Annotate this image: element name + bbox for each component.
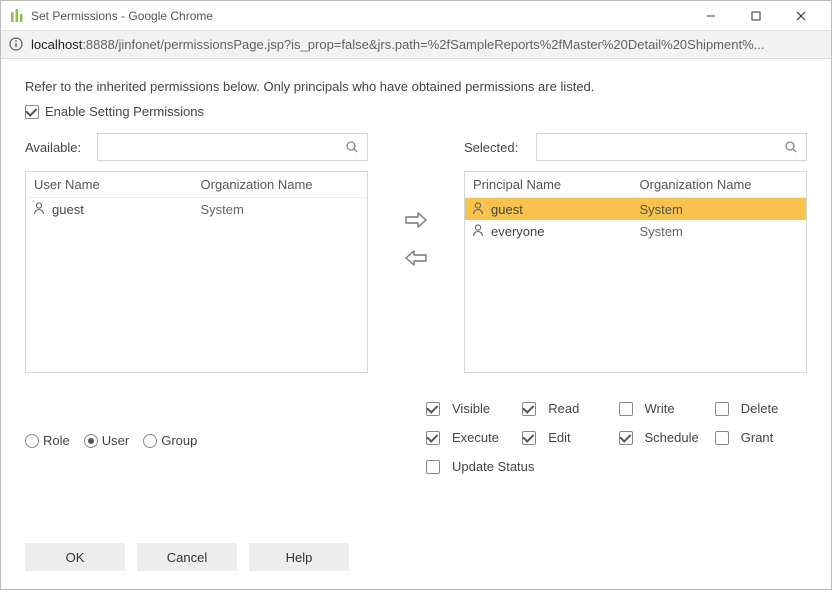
checkbox-icon[interactable]	[715, 402, 729, 416]
principal-name: guest	[491, 202, 523, 217]
move-left-button[interactable]	[404, 249, 428, 267]
checkbox-icon[interactable]	[522, 402, 536, 416]
available-label: Available:	[25, 140, 91, 155]
app-window: Set Permissions - Google Chrome localhos…	[0, 0, 832, 590]
window-title: Set Permissions - Google Chrome	[31, 9, 213, 23]
permissions-group: Visible Read Write Delete Execute Edit Schedul…	[426, 401, 807, 474]
address-bar: localhost:8888/jinfonet/permissionsPage.…	[1, 31, 831, 59]
selected-list-header: Principal Name Organization Name	[465, 172, 806, 198]
checkbox-icon[interactable]	[522, 431, 536, 445]
available-row[interactable]: guest System	[26, 198, 367, 220]
perm-write[interactable]: Write	[619, 401, 711, 416]
enable-permissions-label: Enable Setting Permissions	[45, 104, 204, 119]
move-right-button[interactable]	[404, 211, 428, 229]
principal-type-role[interactable]: Role	[25, 433, 70, 448]
user-icon	[471, 223, 487, 239]
principal-name: everyone	[491, 224, 544, 239]
selected-label: Selected:	[464, 140, 530, 155]
principal-type-group: Role User Group	[25, 433, 406, 448]
available-search-input[interactable]	[106, 139, 345, 156]
available-search-box[interactable]	[97, 133, 368, 161]
radio-icon[interactable]	[84, 434, 98, 448]
search-icon	[784, 140, 798, 154]
minimize-button[interactable]	[688, 1, 733, 31]
checkbox-icon[interactable]	[426, 431, 440, 445]
search-icon	[345, 140, 359, 154]
info-icon	[9, 37, 25, 53]
url-text[interactable]: localhost:8888/jinfonet/permissionsPage.…	[31, 37, 823, 52]
org-name: System	[636, 202, 807, 217]
checkbox-icon[interactable]	[619, 431, 633, 445]
perm-read[interactable]: Read	[522, 401, 614, 416]
available-panel: Available: User Name Organization Name g…	[25, 133, 368, 373]
principal-type-user[interactable]: User	[84, 433, 129, 448]
selected-list: Principal Name Organization Name guest Sy…	[464, 171, 807, 373]
perm-execute[interactable]: Execute	[426, 430, 518, 445]
intro-text: Refer to the inherited permissions below…	[25, 79, 807, 94]
close-button[interactable]	[778, 1, 823, 31]
cancel-button[interactable]: Cancel	[137, 543, 237, 571]
enable-permissions-row[interactable]: Enable Setting Permissions	[25, 104, 807, 119]
radio-icon[interactable]	[143, 434, 157, 448]
ok-button[interactable]: OK	[25, 543, 125, 571]
radio-icon[interactable]	[25, 434, 39, 448]
available-list: User Name Organization Name guest System	[25, 171, 368, 373]
perm-visible[interactable]: Visible	[426, 401, 518, 416]
perm-grant[interactable]: Grant	[715, 430, 807, 445]
checkbox-icon[interactable]	[426, 402, 440, 416]
action-bar: OK Cancel Help	[25, 525, 807, 571]
perm-delete[interactable]: Delete	[715, 401, 807, 416]
selected-search-input[interactable]	[545, 139, 784, 156]
principal-type-group[interactable]: Group	[143, 433, 197, 448]
help-button[interactable]: Help	[249, 543, 349, 571]
org-name: System	[197, 202, 368, 217]
principal-name: guest	[52, 202, 84, 217]
update-status-checkbox[interactable]	[426, 460, 440, 474]
perm-edit[interactable]: Edit	[522, 430, 614, 445]
update-status-label: Update Status	[452, 459, 534, 474]
maximize-button[interactable]	[733, 1, 778, 31]
org-name: System	[636, 224, 807, 239]
checkbox-icon[interactable]	[619, 402, 633, 416]
checkbox-icon[interactable]	[715, 431, 729, 445]
mover-buttons	[388, 211, 444, 267]
content-area: Refer to the inherited permissions below…	[1, 59, 831, 589]
titlebar: Set Permissions - Google Chrome	[1, 1, 831, 31]
user-icon	[32, 201, 48, 217]
user-icon	[471, 201, 487, 217]
enable-permissions-checkbox[interactable]	[25, 105, 39, 119]
available-list-header: User Name Organization Name	[26, 172, 367, 198]
perm-schedule[interactable]: Schedule	[619, 430, 711, 445]
selected-row[interactable]: guest System	[465, 198, 806, 220]
selected-panel: Selected: Principal Name Organization Na…	[464, 133, 807, 373]
app-icon	[9, 8, 25, 24]
selected-row[interactable]: everyone System	[465, 220, 806, 242]
selected-search-box[interactable]	[536, 133, 807, 161]
